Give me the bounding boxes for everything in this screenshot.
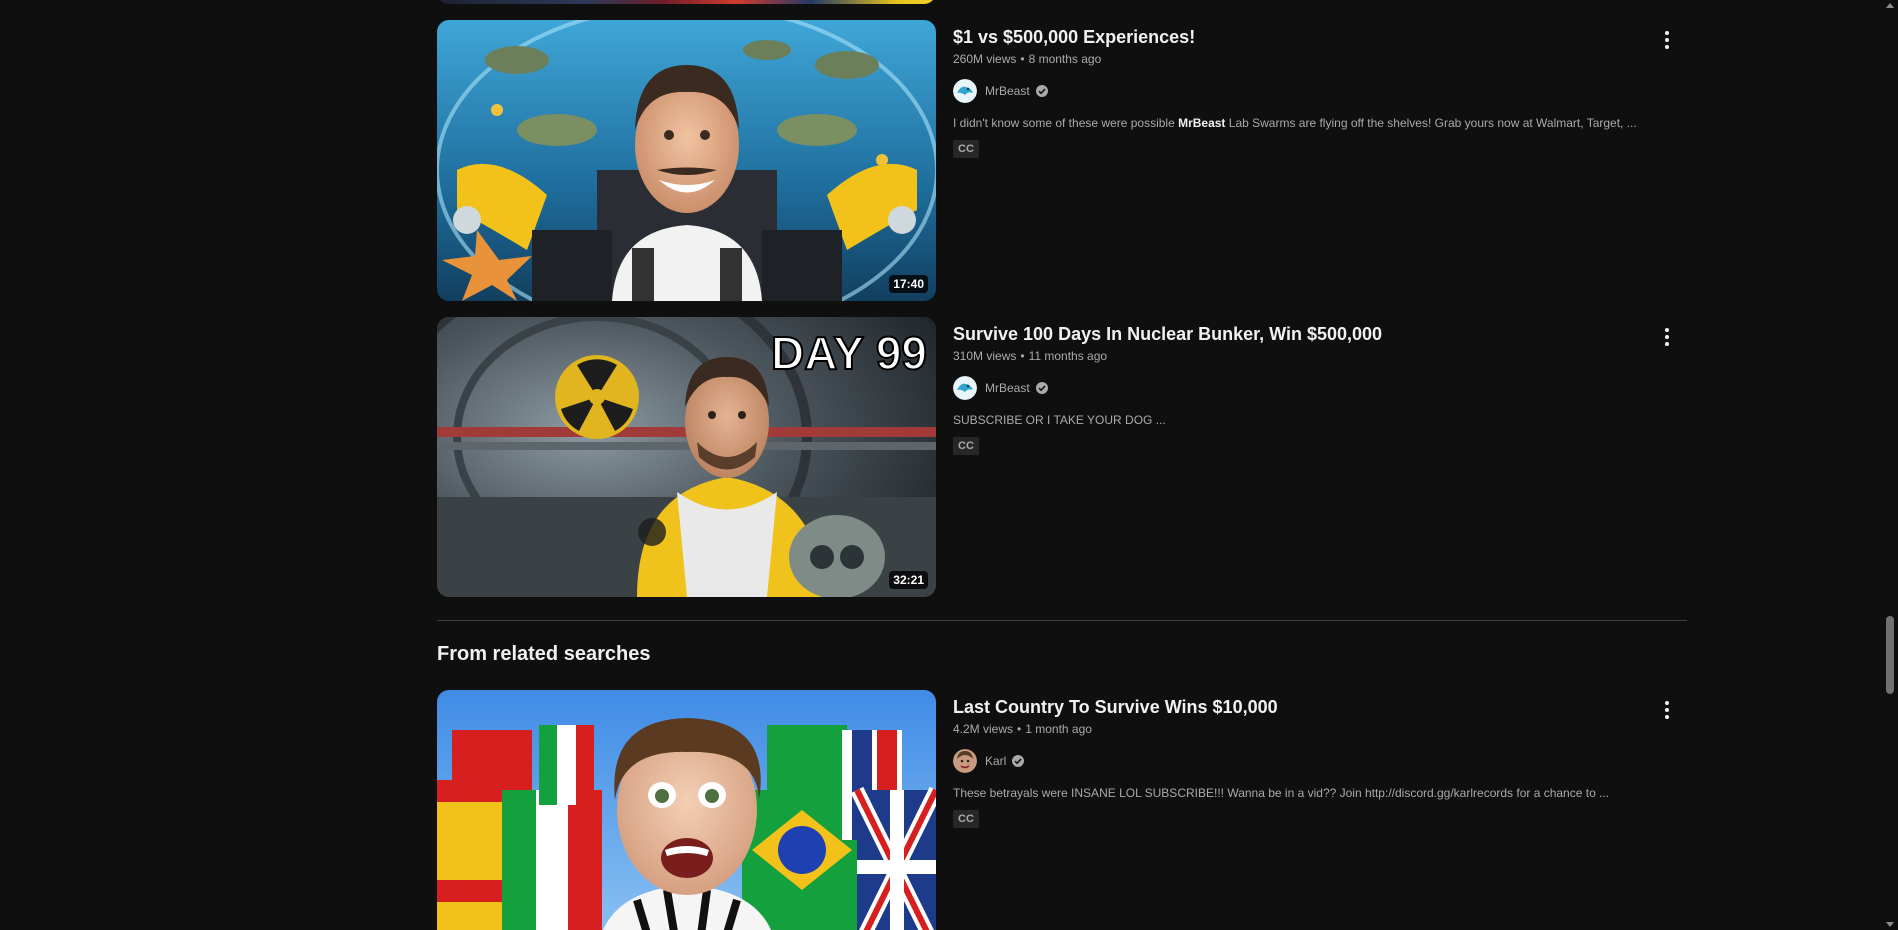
meta-separator: • (1017, 722, 1022, 736)
thumbnail-day-text: DAY 99 (771, 327, 927, 379)
upload-age: 11 months ago (1028, 349, 1108, 363)
video-info: Last Country To Survive Wins $10,000 4.2… (953, 690, 1643, 828)
section-title: From related searches (437, 643, 651, 665)
view-count: 310M views (953, 349, 1017, 363)
section-divider (437, 620, 1687, 621)
channel-link[interactable]: Karl (953, 749, 1643, 773)
view-count: 260M views (953, 52, 1017, 66)
cc-badge: CC (953, 437, 979, 455)
previous-video-thumbnail[interactable] (437, 0, 936, 4)
video-meta: 310M views • 11 months ago (953, 347, 1643, 365)
description-highlight: MrBeast (1178, 116, 1226, 130)
description-text: I didn't know some of these were possibl… (953, 116, 1179, 130)
video-meta: 4.2M views • 1 month ago (953, 720, 1643, 738)
video-info: $1 vs $500,000 Experiences! 260M views • 8… (953, 20, 1643, 158)
channel-name[interactable]: MrBeast (985, 84, 1030, 98)
channel-link[interactable]: MrBeast (953, 79, 1643, 103)
search-results-page: 17:40 $1 vs $500,000 Experiences! 260M v… (0, 0, 1898, 930)
flags-thumbnail-icon (437, 690, 936, 930)
three-dots-vertical-icon (1665, 31, 1669, 49)
video-description: These betrayals were INSANE LOL SUBSCRIB… (953, 786, 1610, 800)
video-title[interactable]: Last Country To Survive Wins $10,000 (953, 690, 1643, 720)
video-thumbnail[interactable] (437, 690, 936, 930)
verified-check-icon (1035, 381, 1049, 395)
video-description: I didn't know some of these were possibl… (953, 114, 1643, 132)
scroll-up-arrow-icon[interactable] (1886, 3, 1894, 8)
page-scrollbar[interactable] (1882, 0, 1898, 930)
video-result[interactable]: DAY 99 32:21 Survive 100 Days In Nuclear… (437, 317, 1687, 597)
description-text-rest: Lab Swarms are flying off the shelves! G… (1225, 116, 1637, 130)
video-result[interactable]: 17:40 $1 vs $500,000 Experiences! 260M v… (437, 20, 1687, 301)
upload-age: 8 months ago (1028, 52, 1102, 66)
three-dots-vertical-icon (1665, 701, 1669, 719)
scroll-down-arrow-icon[interactable] (1886, 922, 1894, 927)
more-actions-button[interactable] (1647, 690, 1687, 730)
verified-check-icon (1011, 754, 1025, 768)
three-dots-vertical-icon (1665, 328, 1669, 346)
meta-separator: • (1020, 52, 1025, 66)
channel-name[interactable]: Karl (985, 754, 1006, 768)
more-actions-button[interactable] (1647, 20, 1687, 60)
video-info: Survive 100 Days In Nuclear Bunker, Win … (953, 317, 1643, 455)
video-description: SUBSCRIBE OR I TAKE YOUR DOG ... (953, 413, 1166, 427)
cc-badge: CC (953, 140, 979, 158)
video-title[interactable]: $1 vs $500,000 Experiences! (953, 20, 1643, 50)
video-duration: 32:21 (889, 571, 928, 589)
video-thumbnail[interactable]: DAY 99 32:21 (437, 317, 936, 597)
verified-check-icon (1035, 84, 1049, 98)
bunker-thumbnail-icon: DAY 99 (437, 317, 936, 597)
view-count: 4.2M views (953, 722, 1014, 736)
video-thumbnail[interactable]: 17:40 (437, 20, 936, 301)
video-title[interactable]: Survive 100 Days In Nuclear Bunker, Win … (953, 317, 1643, 347)
channel-name[interactable]: MrBeast (985, 381, 1030, 395)
scrollbar-thumb[interactable] (1886, 616, 1894, 694)
karl-avatar-icon[interactable] (953, 749, 977, 773)
video-meta: 260M views • 8 months ago (953, 50, 1643, 68)
channel-link[interactable]: MrBeast (953, 376, 1643, 400)
more-actions-button[interactable] (1647, 317, 1687, 357)
video-duration: 17:40 (889, 275, 928, 293)
mrbeast-avatar-icon[interactable] (953, 79, 977, 103)
mrbeast-avatar-icon[interactable] (953, 376, 977, 400)
upload-age: 1 month ago (1025, 722, 1092, 736)
meta-separator: • (1020, 349, 1025, 363)
underwater-thumbnail-icon (437, 20, 936, 301)
video-result[interactable]: Last Country To Survive Wins $10,000 4.2… (437, 690, 1687, 930)
cc-badge: CC (953, 810, 979, 828)
